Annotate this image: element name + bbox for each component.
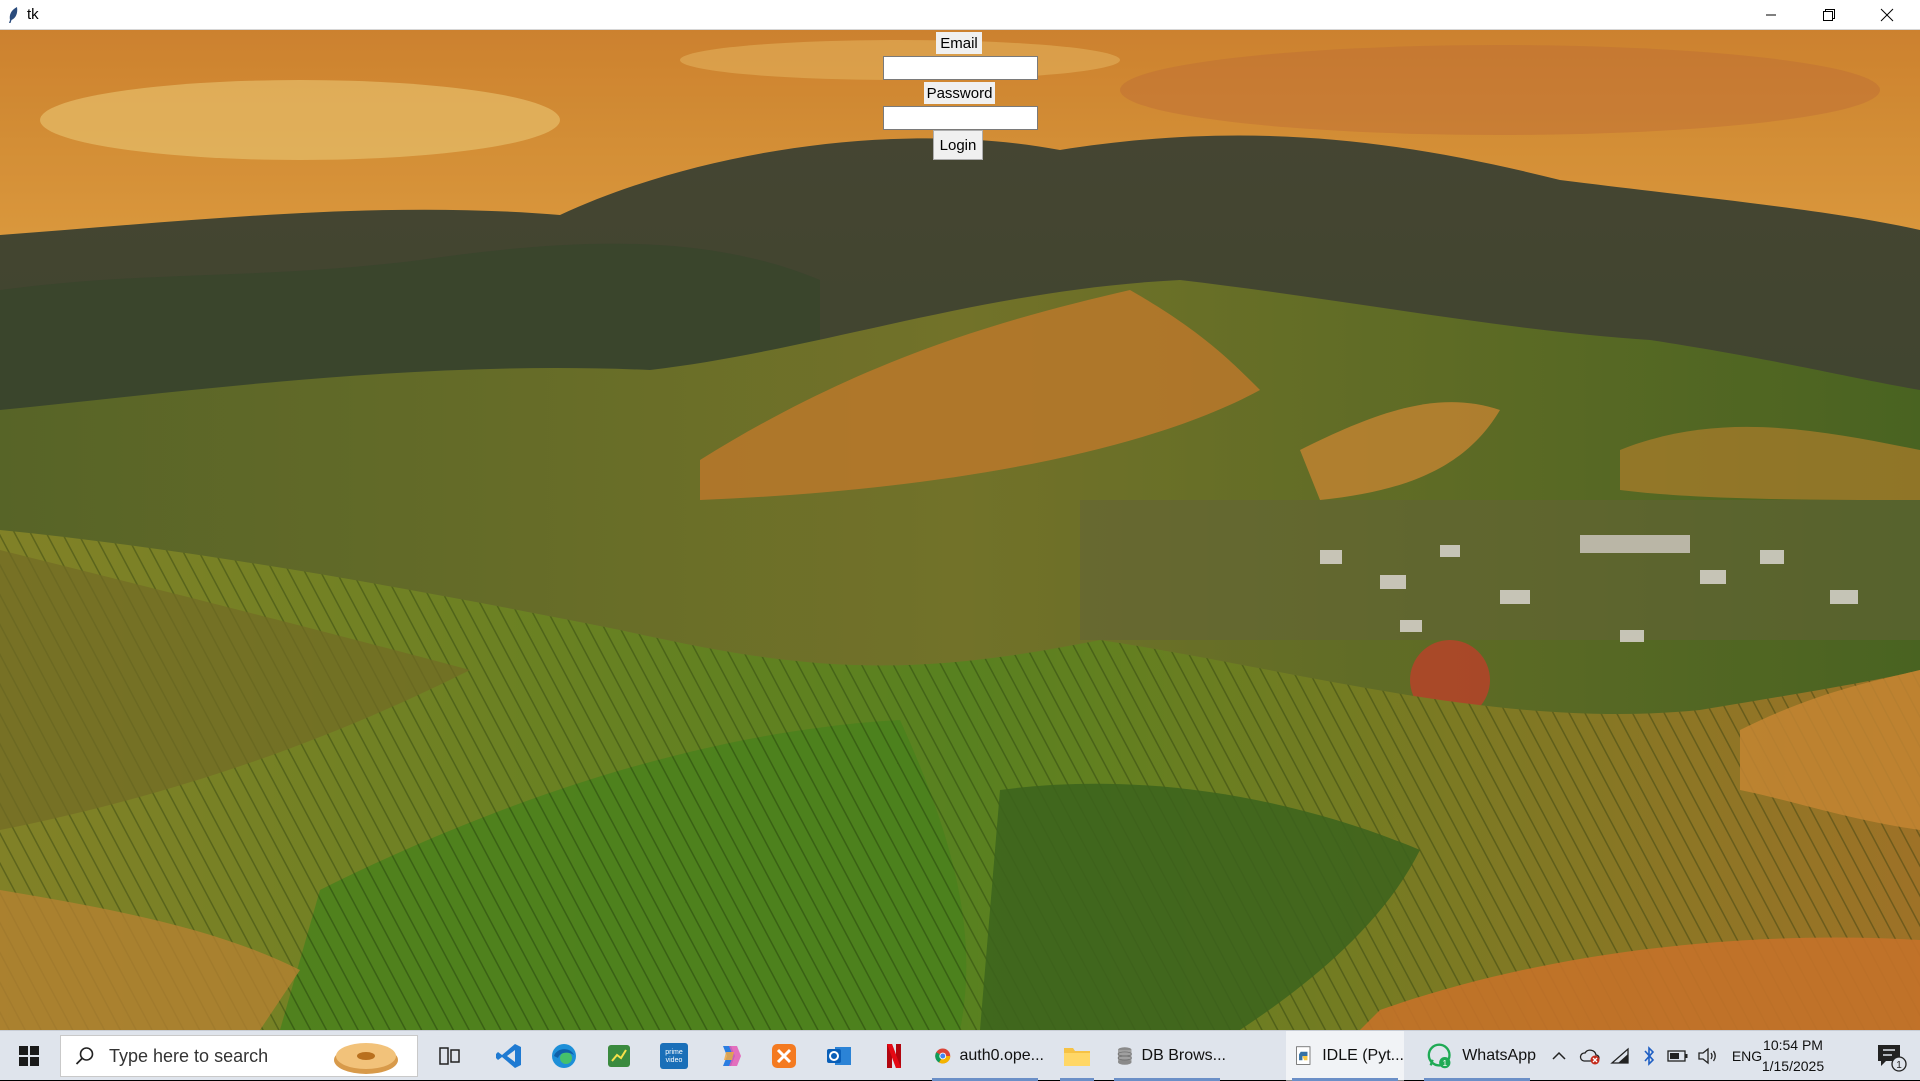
- vscode-button[interactable]: [487, 1031, 531, 1081]
- restore-button[interactable]: [1800, 0, 1858, 30]
- minimize-icon: [1766, 14, 1776, 16]
- clock-date: 1/15/2025: [1761, 1058, 1825, 1074]
- password-input[interactable]: [883, 106, 1038, 130]
- taskbar-app-label: IDLE (Pyt...: [1322, 1047, 1404, 1064]
- bluetooth-tray-button[interactable]: [1636, 1031, 1662, 1081]
- volume-tray-button[interactable]: [1694, 1031, 1722, 1081]
- task-view-button[interactable]: [428, 1031, 472, 1081]
- prime-video-button[interactable]: prime video: [652, 1031, 696, 1081]
- email-label: Email: [936, 32, 982, 54]
- bagel-search-highlight-icon: [334, 1043, 398, 1074]
- chevron-up-icon: [1552, 1051, 1566, 1060]
- outlook-button[interactable]: [817, 1031, 861, 1081]
- xampp-icon: [772, 1044, 796, 1068]
- taskbar-app-label: auth0.ope...: [959, 1047, 1044, 1064]
- email-input[interactable]: [883, 56, 1038, 80]
- taskbar-app-whatsapp[interactable]: 1 WhatsApp: [1418, 1031, 1536, 1081]
- close-button[interactable]: [1858, 0, 1916, 30]
- cloud-error-icon: [1579, 1049, 1600, 1065]
- outlook-icon: [827, 1047, 851, 1065]
- window-client: Email Password Login: [0, 30, 1920, 1030]
- taskbar-app-idle[interactable]: IDLE (Pyt...: [1286, 1031, 1404, 1081]
- edge-button[interactable]: [542, 1031, 586, 1081]
- bluetooth-icon: [1644, 1046, 1655, 1066]
- file-explorer-icon: [1064, 1048, 1090, 1066]
- netflix-button[interactable]: [872, 1031, 916, 1081]
- taskbar-app-label: DB Brows...: [1141, 1047, 1226, 1064]
- svg-text:prime: prime: [665, 1049, 683, 1056]
- chrome-icon: [935, 1048, 951, 1064]
- search-icon: [75, 1047, 94, 1065]
- task-view-icon: [439, 1047, 460, 1065]
- whatsapp-icon: 1: [1427, 1043, 1451, 1069]
- speaker-icon: [1698, 1047, 1716, 1065]
- clock-button[interactable]: 10:54 PM 1/15/2025: [1752, 1031, 1834, 1081]
- db-browser-icon: [1117, 1047, 1132, 1065]
- close-icon: [1880, 8, 1894, 22]
- notification-center-button[interactable]: 1: [1866, 1031, 1916, 1081]
- window-title: tk: [27, 6, 39, 23]
- windows-logo-icon: [19, 1046, 39, 1066]
- vscode-icon: [496, 1044, 521, 1068]
- xampp-button[interactable]: [762, 1031, 806, 1081]
- netflix-icon: [887, 1044, 901, 1068]
- taskbar: Type here to search prime video auth0.op…: [0, 1030, 1920, 1081]
- password-label: Password: [924, 82, 995, 104]
- edge-icon: [552, 1044, 576, 1068]
- taskbar-app-file-explorer[interactable]: [1054, 1031, 1100, 1081]
- copilot-icon: [723, 1046, 741, 1066]
- title-bar: tk: [0, 0, 1920, 30]
- taskbar-search-box[interactable]: Type here to search: [60, 1035, 418, 1077]
- battery-icon: [1667, 1050, 1688, 1062]
- tk-feather-icon: [9, 7, 18, 23]
- sheets-button[interactable]: [597, 1031, 641, 1081]
- battery-tray-button[interactable]: [1664, 1031, 1692, 1081]
- taskbar-app-chrome[interactable]: auth0.ope...: [926, 1031, 1044, 1081]
- start-button[interactable]: [0, 1031, 58, 1081]
- notification-icon: 1: [1878, 1045, 1907, 1072]
- sheets-icon: [608, 1045, 630, 1067]
- show-hidden-icons-button[interactable]: [1544, 1031, 1574, 1081]
- clock-time: 10:54 PM: [1763, 1037, 1823, 1053]
- taskbar-app-db-browser[interactable]: DB Brows...: [1108, 1031, 1226, 1081]
- whatsapp-badge: 1: [1442, 1058, 1447, 1068]
- search-placeholder: Type here to search: [109, 1045, 269, 1066]
- minimize-button[interactable]: [1742, 0, 1800, 30]
- python-idle-icon: [1296, 1046, 1311, 1065]
- login-button[interactable]: Login: [933, 130, 983, 160]
- wifi-icon: [1610, 1047, 1629, 1064]
- svg-text:video: video: [666, 1057, 683, 1064]
- prime-video-icon: prime video: [660, 1043, 688, 1069]
- restore-icon: [1823, 9, 1835, 21]
- network-tray-button[interactable]: [1606, 1031, 1634, 1081]
- taskbar-app-label: WhatsApp: [1462, 1047, 1536, 1064]
- notification-count: 1: [1896, 1060, 1902, 1071]
- onedrive-tray-button[interactable]: [1576, 1031, 1604, 1081]
- landscape-background-image: [0, 30, 1920, 1030]
- copilot-button[interactable]: [707, 1031, 751, 1081]
